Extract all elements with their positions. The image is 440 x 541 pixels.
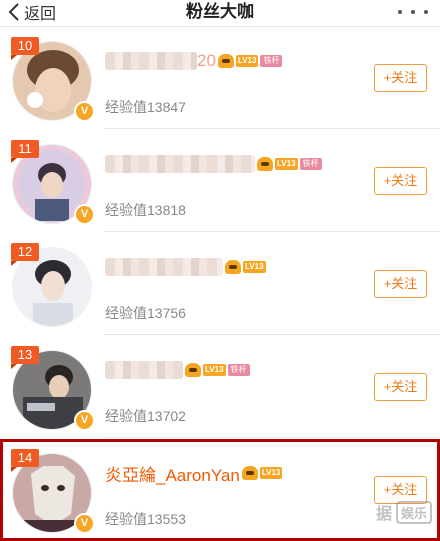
rank-badge: 12 xyxy=(11,243,39,266)
blurred-username xyxy=(105,361,183,379)
divider xyxy=(104,128,440,129)
username[interactable]: 炎亞綸_AaronYan xyxy=(105,461,240,486)
fan-tier-badge: 铁杆 xyxy=(299,158,322,170)
follow-button[interactable]: +关注 xyxy=(374,270,427,298)
avatar-container[interactable]: 13 V xyxy=(11,346,95,432)
divider xyxy=(104,334,440,335)
more-dot-icon xyxy=(424,10,428,14)
fan-crown-icon xyxy=(217,54,234,68)
fan-tier-badge: 铁杆 xyxy=(260,55,283,67)
fan-crown-icon xyxy=(225,260,241,274)
avatar-container[interactable]: 12 xyxy=(11,243,94,329)
divider xyxy=(104,437,440,438)
level-badge: LV13 xyxy=(235,55,259,67)
follow-button[interactable]: +关注 xyxy=(374,64,427,92)
experience-value: 经验值13818 xyxy=(105,202,186,218)
rank-badge: 13 xyxy=(11,346,39,369)
username-suffix: 20 xyxy=(197,51,216,70)
verified-icon: V xyxy=(74,513,95,534)
fan-crown-icon xyxy=(185,363,201,377)
more-options-button[interactable] xyxy=(398,2,428,22)
watermark: 据 娱乐 xyxy=(376,500,432,524)
fan-crown-icon xyxy=(241,466,258,480)
watermark-text: 据 xyxy=(375,506,392,523)
avatar-container[interactable]: 11 V xyxy=(11,140,95,226)
level-badge: LV13 xyxy=(243,261,266,273)
watermark-box-text: 娱乐 xyxy=(395,500,432,524)
level-badge: LV13 xyxy=(203,364,226,376)
verified-icon: V xyxy=(74,101,95,122)
level-badge: LV13 xyxy=(275,158,298,170)
rank-badge: 14 xyxy=(11,449,39,472)
username-line[interactable]: 炎亞綸_AaronYan LV13 xyxy=(105,461,283,486)
more-dot-icon xyxy=(398,10,402,14)
experience-value: 经验值13553 xyxy=(105,511,186,527)
blurred-username xyxy=(105,52,197,70)
blurred-username xyxy=(105,155,255,173)
fan-tier-badge: 铁杆 xyxy=(227,364,250,376)
rank-badge: 10 xyxy=(11,37,39,60)
username-line[interactable]: 20 LV13 铁杆 xyxy=(105,49,283,73)
avatar-container[interactable]: 10 V xyxy=(11,37,95,123)
more-dot-icon xyxy=(411,10,415,14)
experience-value: 经验值13756 xyxy=(105,305,186,321)
top-nav-bar: 返回 粉丝大咖 xyxy=(0,0,440,27)
experience-value: 经验值13702 xyxy=(105,408,186,424)
follow-button[interactable]: +关注 xyxy=(374,167,427,195)
username-line[interactable]: LV13 铁杆 xyxy=(105,358,250,382)
divider xyxy=(104,231,440,232)
avatar-container[interactable]: 14 V xyxy=(11,449,95,535)
level-badge: LV13 xyxy=(259,467,283,479)
verified-icon: V xyxy=(74,410,95,431)
verified-icon: V xyxy=(74,204,95,225)
username-line[interactable]: LV13 铁杆 xyxy=(105,152,322,176)
list-item[interactable]: 12 LV13 经验值13756 +关注 xyxy=(0,233,440,335)
blurred-username xyxy=(105,258,223,276)
fan-crown-icon xyxy=(257,157,273,171)
list-item[interactable]: 13 V LV13 铁杆 经验值13702 +关注 xyxy=(0,336,440,438)
list-item-highlighted[interactable]: 14 V 炎亞綸_AaronYan LV13 经验值13553 +关注 xyxy=(0,439,440,541)
page-title: 粉丝大咖 xyxy=(186,2,254,21)
list-item[interactable]: 11 V LV13 铁杆 经验值13818 +关注 xyxy=(0,130,440,232)
list-item[interactable]: 10 V 20 LV13 铁杆 经验值13847 +关注 xyxy=(0,27,440,129)
follow-button[interactable]: +关注 xyxy=(374,373,427,401)
experience-value: 经验值13847 xyxy=(105,99,186,115)
rank-badge: 11 xyxy=(11,140,39,163)
username-line[interactable]: LV13 xyxy=(105,255,266,279)
